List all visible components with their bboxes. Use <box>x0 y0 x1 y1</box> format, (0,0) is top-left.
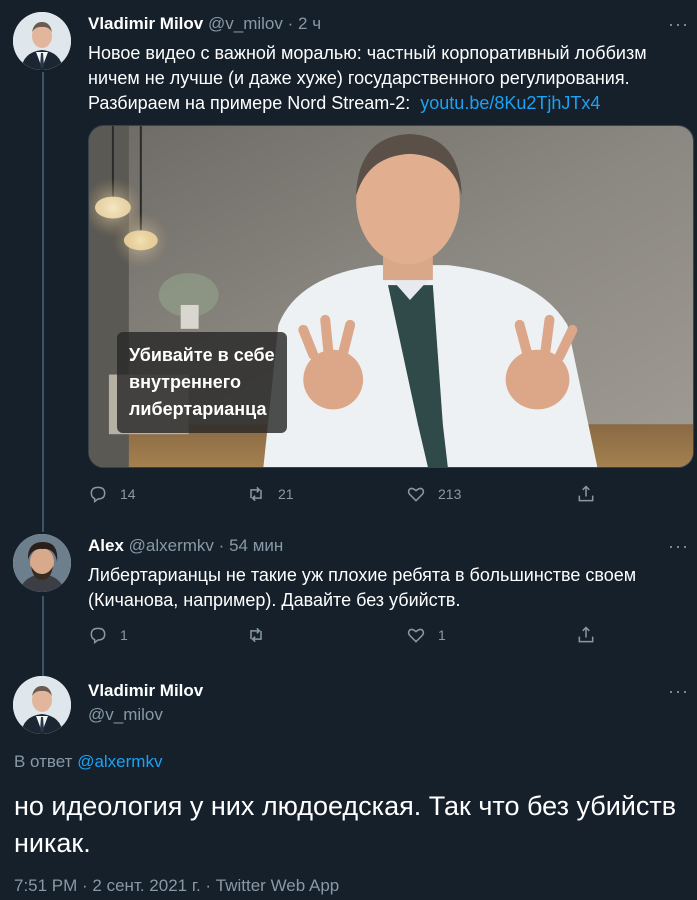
author-name[interactable]: Alex <box>88 536 124 555</box>
focus-tweet-text: но идеология у них людоедская. Так что б… <box>14 791 677 858</box>
tweet-header: Alex @alxermkv · 54 мин <box>88 536 283 556</box>
reply-icon <box>90 627 106 644</box>
tweet-text-prefix: Разбираем на примере Nord Stream-2: <box>88 93 411 113</box>
separator-dot: · <box>287 14 294 33</box>
tweet-text-line: Либертарианцы не такие уж плохие ребята … <box>88 565 637 585</box>
avatar[interactable] <box>13 534 71 592</box>
author-name[interactable]: Vladimir Milov <box>88 14 203 33</box>
focus-author-handle[interactable]: @v_milov <box>88 705 163 725</box>
more-icon[interactable]: ··· <box>668 681 689 702</box>
like-button[interactable]: 1 <box>406 625 446 645</box>
retweet-button[interactable]: 21 <box>246 484 294 504</box>
tweet-time[interactable]: 54 мин <box>229 536 283 555</box>
tweet-actions: 14 21 213 <box>88 484 608 508</box>
like-count: 1 <box>438 627 446 643</box>
reply-count: 1 <box>120 627 128 643</box>
video-thumbnail[interactable]: Убивайте в себе внутреннего либертарианц… <box>88 125 694 468</box>
video-caption-line: Убивайте в себе <box>129 345 275 365</box>
share-icon <box>578 626 594 643</box>
replying-to-handle[interactable]: @alxermkv <box>77 752 162 771</box>
tweet-text: Либертарианцы не такие уж плохие ребята … <box>88 563 636 613</box>
like-count: 213 <box>438 486 462 502</box>
video-caption: Убивайте в себе внутреннего либертарианц… <box>117 332 287 433</box>
more-icon[interactable]: ··· <box>668 536 689 557</box>
reply-button[interactable]: 14 <box>88 484 136 504</box>
author-name[interactable]: Vladimir Milov <box>88 681 203 700</box>
reply-button[interactable]: 1 <box>88 625 128 645</box>
author-handle[interactable]: @v_milov <box>208 14 283 33</box>
reply-count: 14 <box>120 486 136 502</box>
like-icon <box>407 628 425 643</box>
video-link[interactable]: youtu.be/8Ku2TjhJTx4 <box>420 93 600 113</box>
author-handle[interactable]: @alxermkv <box>129 536 214 555</box>
retweet-icon <box>250 486 262 502</box>
tweet-time[interactable]: 2 ч <box>298 14 321 33</box>
author-handle[interactable]: @v_milov <box>88 705 163 724</box>
avatar[interactable] <box>13 12 71 70</box>
tweet-text-line: Разбираем на примере Nord Stream-2: yout… <box>88 91 647 116</box>
retweet-button[interactable] <box>246 625 278 645</box>
video-caption-line: либертарианца <box>129 399 267 419</box>
separator-dot: · <box>218 536 225 555</box>
share-button[interactable] <box>576 484 596 504</box>
like-icon <box>407 487 425 502</box>
more-icon[interactable]: ··· <box>668 14 689 35</box>
retweet-icon <box>250 627 262 643</box>
video-caption-line: внутреннего <box>129 372 241 392</box>
replying-to: В ответ @alxermkv <box>14 752 162 772</box>
tweet-header: Vladimir Milov @v_milov · 2 ч <box>88 14 321 34</box>
tweet-text-line: Новое видео с важной моралью: частный ко… <box>88 43 647 63</box>
thread-line <box>42 596 44 676</box>
tweet-text-line: (Кичанова, например). Давайте без убийст… <box>88 590 461 610</box>
replying-to-label: В ответ <box>14 752 73 771</box>
retweet-count: 21 <box>278 486 294 502</box>
share-icon <box>578 485 594 502</box>
tweet-text: Новое видео с важной моралью: частный ко… <box>88 41 647 116</box>
tweet-text-line: ничем не лучше (и даже хуже) государстве… <box>88 68 630 88</box>
thread-line <box>42 72 44 532</box>
like-button[interactable]: 213 <box>406 484 461 504</box>
share-button[interactable] <box>576 625 596 645</box>
tweet-actions: 1 1 <box>88 625 608 649</box>
reply-icon <box>90 486 106 503</box>
tweet-meta: 7:51 PM · 2 сент. 2021 г. · Twitter Web … <box>14 876 340 895</box>
avatar[interactable] <box>13 676 71 734</box>
focus-author-name[interactable]: Vladimir Milov <box>88 681 203 701</box>
